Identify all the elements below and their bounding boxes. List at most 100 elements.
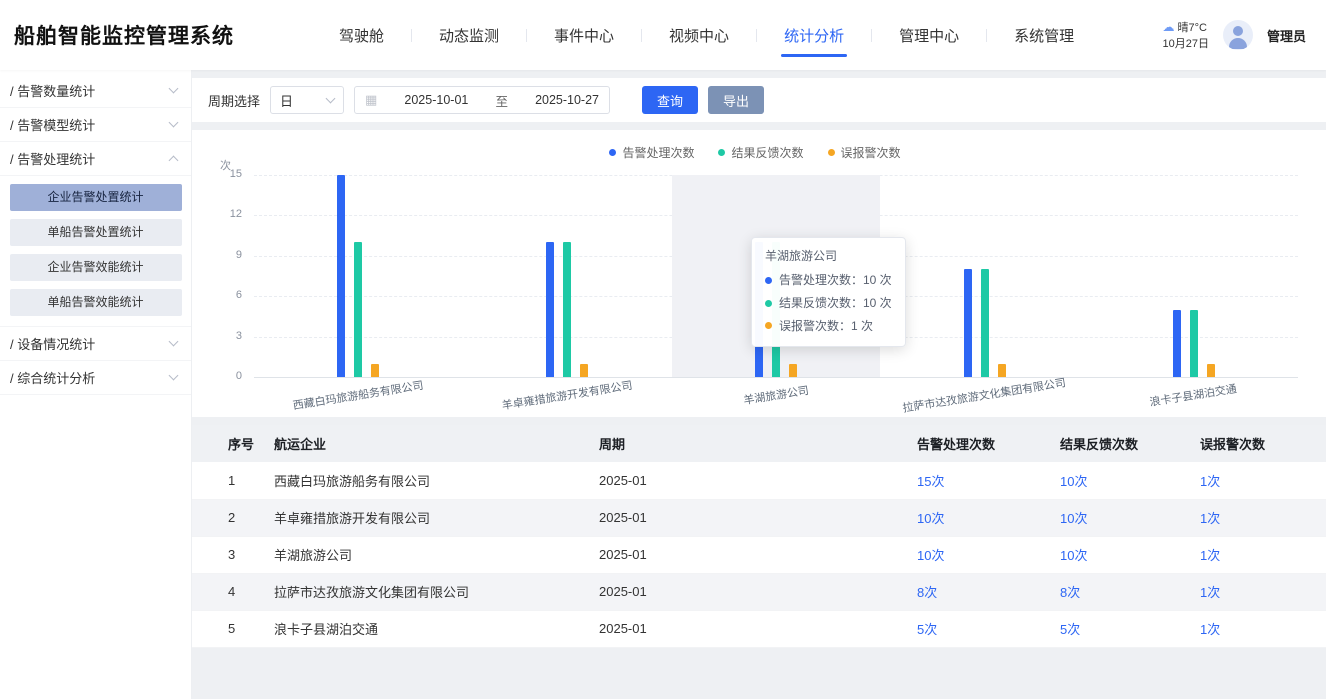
sidebar-subitem[interactable]: 单船告警效能统计 <box>10 289 182 316</box>
chevron-up-icon <box>169 156 179 166</box>
row-false-alarm-link[interactable]: 1次 <box>1200 474 1220 489</box>
chevron-down-icon <box>169 337 179 347</box>
user-avatar-icon[interactable] <box>1223 20 1253 50</box>
stats-table: 序号 航运企业 周期 告警处理次数 结果反馈次数 误报警次数 1西藏白玛旅游船务… <box>192 425 1326 648</box>
legend-dot-icon <box>609 149 616 156</box>
period-label: 周期选择 <box>208 91 260 110</box>
nav-item[interactable]: 驾驶舱 <box>339 0 384 70</box>
row-handled-link[interactable]: 15次 <box>917 474 944 489</box>
y-tick-label: 12 <box>212 208 242 220</box>
row-handled-link[interactable]: 10次 <box>917 511 944 526</box>
bar-chart-card: 告警处理次数结果反馈次数误报警次数 次 03691215 羊湖旅游公司 告警处理… <box>192 130 1326 417</box>
row-feedback-link[interactable]: 8次 <box>1060 585 1080 600</box>
chevron-down-icon <box>326 93 336 103</box>
bar-group[interactable] <box>463 175 672 377</box>
weather-temp: 晴7°C <box>1178 22 1207 34</box>
sidebar-group-alarm-count[interactable]: / 告警数量统计 <box>0 74 191 108</box>
row-false-alarm-link[interactable]: 1次 <box>1200 622 1220 637</box>
row-feedback-link[interactable]: 10次 <box>1060 511 1087 526</box>
bar-handled[interactable] <box>964 269 972 377</box>
sidebar-group-综合-stats[interactable]: / 综合统计分析 <box>0 361 191 395</box>
row-handled-link[interactable]: 8次 <box>917 585 937 600</box>
row-false-alarm-link-cell: 1次 <box>1188 536 1326 573</box>
row-feedback-link[interactable]: 10次 <box>1060 548 1087 563</box>
sidebar-group-label: / 告警数量统计 <box>10 81 95 100</box>
row-period: 2025-01 <box>587 610 905 647</box>
row-false-alarm-link[interactable]: 1次 <box>1200 585 1220 600</box>
bar-feedback[interactable] <box>981 269 989 377</box>
table-header-row: 序号 航运企业 周期 告警处理次数 结果反馈次数 误报警次数 <box>192 425 1326 462</box>
sidebar-group-alarm-handling[interactable]: / 告警处理统计 <box>0 142 191 176</box>
legend-item[interactable]: 告警处理次数 <box>609 144 694 161</box>
app-header: 船舶智能监控管理系统 驾驶舱 动态监测 事件中心 视频中心 统计分析 管理中心 … <box>0 0 1326 70</box>
col-header-period: 周期 <box>587 425 905 462</box>
nav-item[interactable]: 系统管理 <box>1014 0 1074 70</box>
row-company: 浪卡子县湖泊交通 <box>262 610 587 647</box>
legend-dot-icon <box>718 149 725 156</box>
chart-tooltip: 羊湖旅游公司 告警处理次数：10 次结果反馈次数：10 次误报警次数：1 次 <box>751 237 906 347</box>
nav-item[interactable]: 事件中心 <box>554 0 614 70</box>
y-tick-label: 0 <box>212 370 242 382</box>
row-handled-link[interactable]: 5次 <box>917 622 937 637</box>
y-tick-label: 15 <box>212 168 242 180</box>
sidebar-subitem[interactable]: 企业告警处置统计 <box>10 184 182 211</box>
sidebar-group-alarm-model[interactable]: / 告警模型统计 <box>0 108 191 142</box>
table-row: 2羊卓雍措旅游开发有限公司2025-0110次10次1次 <box>192 499 1326 536</box>
row-handled-link-cell: 10次 <box>905 536 1048 573</box>
export-button[interactable]: 导出 <box>708 86 764 114</box>
bar-false-alarm[interactable] <box>371 364 379 377</box>
row-false-alarm-link-cell: 1次 <box>1188 573 1326 610</box>
tooltip-text: 结果反馈次数：10 次 <box>779 292 892 315</box>
nav-separator <box>526 29 527 42</box>
row-false-alarm-link[interactable]: 1次 <box>1200 511 1220 526</box>
x-axis-label: 拉萨市达孜旅游文化集团有限公司 <box>880 371 1089 423</box>
date-range-picker[interactable]: ▦ 2025-10-01 至 2025-10-27 <box>354 86 610 114</box>
row-handled-link[interactable]: 10次 <box>917 548 944 563</box>
header-date: 10月27日 <box>1163 36 1209 53</box>
nav-item[interactable]: 动态监测 <box>439 0 499 70</box>
row-feedback-link[interactable]: 10次 <box>1060 474 1087 489</box>
y-tick-label: 3 <box>212 330 242 342</box>
sidebar-group-device-status[interactable]: / 设备情况统计 <box>0 327 191 361</box>
col-header-company: 航运企业 <box>262 425 587 462</box>
bar-handled[interactable] <box>337 175 345 377</box>
bar-handled[interactable] <box>546 242 554 377</box>
row-false-alarm-link[interactable]: 1次 <box>1200 548 1220 563</box>
period-select[interactable]: 日 <box>270 86 344 114</box>
row-handled-link-cell: 8次 <box>905 573 1048 610</box>
bar-group[interactable] <box>254 175 463 377</box>
tooltip-dot-icon <box>765 277 772 284</box>
table-row: 3羊湖旅游公司2025-0110次10次1次 <box>192 536 1326 573</box>
bar-false-alarm[interactable] <box>1207 364 1215 377</box>
row-feedback-link[interactable]: 5次 <box>1060 622 1080 637</box>
date-end-value[interactable]: 2025-10-27 <box>535 93 599 107</box>
row-index: 1 <box>192 462 262 499</box>
row-feedback-link-cell: 10次 <box>1048 536 1188 573</box>
bar-feedback[interactable] <box>354 242 362 377</box>
query-button[interactable]: 查询 <box>642 86 698 114</box>
nav-separator <box>871 29 872 42</box>
bar-group[interactable] <box>1089 175 1298 377</box>
sidebar-subitem[interactable]: 单船告警处置统计 <box>10 219 182 246</box>
bar-handled[interactable] <box>1173 310 1181 377</box>
legend-item[interactable]: 误报警次数 <box>828 144 901 161</box>
x-axis-label: 羊卓雍措旅游开发有限公司 <box>463 371 672 423</box>
user-name[interactable]: 管理员 <box>1267 26 1306 45</box>
nav-item[interactable]: 视频中心 <box>669 0 729 70</box>
nav-item[interactable]: 管理中心 <box>899 0 959 70</box>
legend-item[interactable]: 结果反馈次数 <box>718 144 803 161</box>
bar-false-alarm[interactable] <box>789 364 797 377</box>
bar-false-alarm[interactable] <box>998 364 1006 377</box>
table-row: 1西藏白玛旅游船务有限公司2025-0115次10次1次 <box>192 462 1326 499</box>
nav-item[interactable]: 统计分析 <box>784 0 844 70</box>
sidebar-subitem[interactable]: 企业告警效能统计 <box>10 254 182 281</box>
date-start-value[interactable]: 2025-10-01 <box>404 93 468 107</box>
bar-feedback[interactable] <box>1190 310 1198 377</box>
y-tick-label: 6 <box>212 289 242 301</box>
main-layout: / 告警数量统计 / 告警模型统计 / 告警处理统计 企业告警处置统计 单船告警… <box>0 70 1326 699</box>
nav-separator <box>641 29 642 42</box>
bar-group[interactable] <box>880 175 1089 377</box>
bar-feedback[interactable] <box>563 242 571 377</box>
col-header-false-alarm: 误报警次数 <box>1188 425 1326 462</box>
bar-false-alarm[interactable] <box>580 364 588 377</box>
